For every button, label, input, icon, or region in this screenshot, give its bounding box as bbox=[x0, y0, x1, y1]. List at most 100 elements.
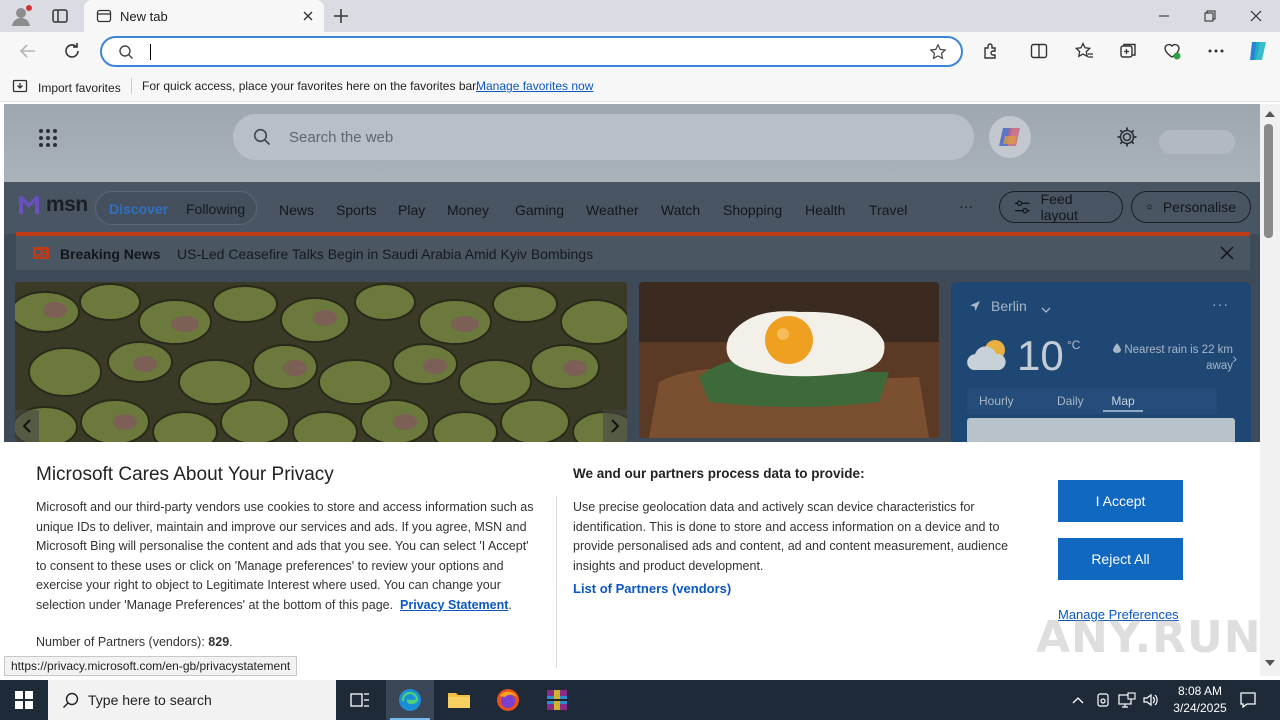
nav-item-travel[interactable]: Travel bbox=[869, 202, 907, 218]
taskbar-firefox[interactable] bbox=[484, 680, 532, 720]
taskbar-edge[interactable] bbox=[386, 680, 434, 720]
sliders-icon bbox=[1014, 200, 1030, 214]
close-banner-icon[interactable] bbox=[1220, 246, 1234, 260]
sparkle-star-icon bbox=[1146, 203, 1153, 210]
sign-in-button[interactable] bbox=[1159, 130, 1235, 154]
task-view-button[interactable] bbox=[336, 680, 384, 720]
search-icon bbox=[62, 691, 80, 709]
copilot-icon[interactable] bbox=[1246, 39, 1270, 63]
close-window-button[interactable] bbox=[1233, 0, 1279, 32]
windows-logo-icon bbox=[15, 691, 33, 709]
nav-item-play[interactable]: Play bbox=[398, 202, 425, 218]
taskbar-search-box[interactable]: Type here to search bbox=[48, 680, 336, 720]
copilot-button[interactable] bbox=[989, 116, 1031, 158]
taskbar-winrar[interactable] bbox=[533, 680, 581, 720]
carousel-prev-button[interactable] bbox=[15, 410, 39, 442]
personalise-button[interactable]: Personalise bbox=[1131, 191, 1251, 223]
address-bar[interactable] bbox=[100, 36, 963, 67]
search-icon bbox=[118, 44, 134, 60]
network-icon[interactable] bbox=[1116, 680, 1138, 720]
accept-button[interactable]: I Accept bbox=[1058, 480, 1183, 522]
manage-favorites-link[interactable]: Manage favorites now bbox=[476, 79, 593, 93]
tab-actions-icon[interactable] bbox=[50, 6, 70, 26]
partners-label: Number of Partners (vendors): bbox=[36, 635, 205, 649]
hero-image-fried-egg[interactable] bbox=[639, 282, 939, 438]
feed-layout-button[interactable]: Feed layout bbox=[999, 191, 1123, 223]
extensions-icon[interactable] bbox=[981, 41, 1001, 61]
show-hidden-icons-button[interactable] bbox=[1068, 680, 1088, 720]
nav-item-watch[interactable]: Watch bbox=[661, 202, 700, 218]
nav-item-weather[interactable]: Weather bbox=[586, 202, 639, 218]
favorites-icon[interactable] bbox=[1074, 41, 1094, 61]
settings-more-icon[interactable] bbox=[1206, 41, 1226, 61]
page-scrollbar[interactable] bbox=[1260, 104, 1280, 676]
web-search-box[interactable]: Search the web bbox=[233, 114, 974, 160]
scroll-thumb[interactable] bbox=[1264, 124, 1273, 238]
nav-item-gaming[interactable]: Gaming bbox=[515, 202, 564, 218]
clock-time: 8:08 AM bbox=[1177, 684, 1223, 698]
chevron-up-icon bbox=[1072, 697, 1084, 704]
newspaper-icon bbox=[32, 245, 50, 261]
carousel-next-button[interactable] bbox=[603, 410, 627, 442]
firefox-icon bbox=[497, 689, 519, 711]
weather-tab-hourly[interactable]: Hourly bbox=[979, 394, 1014, 408]
list-of-partners-link[interactable]: List of Partners (vendors) bbox=[573, 581, 731, 596]
apps-launcher-icon[interactable] bbox=[38, 128, 58, 148]
split-screen-icon[interactable] bbox=[1029, 41, 1049, 61]
hero-image-pistachios[interactable] bbox=[15, 282, 627, 442]
tab-new-tab[interactable]: New tab bbox=[84, 0, 324, 32]
refresh-icon[interactable] bbox=[61, 40, 83, 62]
profile-icon[interactable] bbox=[10, 5, 32, 27]
taskbar-clock[interactable]: 8:08 AM 3/24/2025 bbox=[1160, 683, 1240, 717]
import-favorites-button[interactable]: Import favorites bbox=[12, 78, 121, 97]
close-tab-icon[interactable] bbox=[300, 8, 316, 24]
start-button[interactable] bbox=[0, 680, 48, 720]
breaking-news-banner[interactable]: Breaking News US-Led Ceasefire Talks Beg… bbox=[16, 232, 1250, 270]
scroll-up-arrow-icon[interactable] bbox=[1265, 111, 1275, 117]
device-tray-icon[interactable] bbox=[1092, 680, 1114, 720]
browser-essentials-icon[interactable] bbox=[1162, 41, 1182, 61]
favorite-star-icon[interactable] bbox=[929, 43, 947, 61]
privacy-statement-link[interactable]: Privacy Statement bbox=[400, 598, 508, 612]
chevron-right-icon[interactable]: › bbox=[1232, 350, 1237, 366]
import-icon bbox=[12, 78, 30, 97]
nav-item-shopping[interactable]: Shopping bbox=[723, 202, 782, 218]
anyrun-watermark: ANY.RUN bbox=[1036, 612, 1262, 663]
chevron-down-icon[interactable] bbox=[1041, 302, 1051, 317]
windows-taskbar: Type here to search 8:08 AM 3/24/2025 bbox=[0, 680, 1280, 720]
reject-all-button[interactable]: Reject All bbox=[1058, 538, 1183, 580]
msn-logo[interactable]: msn bbox=[16, 192, 88, 218]
volume-icon[interactable] bbox=[1140, 680, 1162, 720]
scroll-down-arrow-icon[interactable] bbox=[1265, 660, 1275, 666]
feed-layout-label: Feed layout bbox=[1040, 191, 1078, 223]
temperature-unit[interactable]: °C bbox=[1067, 338, 1080, 352]
tab-discover[interactable]: Discover bbox=[109, 201, 168, 217]
partners-count: 829 bbox=[208, 635, 230, 649]
new-tab-button[interactable] bbox=[330, 5, 352, 27]
new-tab-page-icon bbox=[96, 8, 112, 24]
nav-item-money[interactable]: Money bbox=[447, 202, 489, 218]
breaking-news-headline[interactable]: US-Led Ceasefire Talks Begin in Saudi Ar… bbox=[177, 246, 593, 262]
back-icon[interactable] bbox=[17, 40, 39, 62]
taskbar-search-placeholder: Type here to search bbox=[88, 692, 212, 708]
taskbar-file-explorer[interactable] bbox=[435, 680, 483, 720]
favorites-bar: Import favorites For quick access, place… bbox=[0, 70, 1280, 102]
weather-tab-daily[interactable]: Daily bbox=[1057, 394, 1084, 408]
feed-segment-control: Discover Following bbox=[95, 191, 257, 225]
nav-item-news[interactable]: News bbox=[279, 202, 314, 218]
weather-location[interactable]: Berlin bbox=[991, 298, 1027, 314]
tab-following[interactable]: Following bbox=[186, 201, 245, 217]
rain-forecast-text: Nearest rain is 22 km away bbox=[1124, 344, 1233, 372]
collections-icon[interactable] bbox=[1118, 41, 1138, 61]
nav-item-health[interactable]: Health bbox=[805, 202, 845, 218]
more-nav-icon[interactable]: ··· bbox=[959, 198, 973, 214]
weather-tab-map[interactable]: Map bbox=[1103, 394, 1143, 412]
restore-button[interactable] bbox=[1187, 0, 1233, 32]
nav-item-sports[interactable]: Sports bbox=[336, 202, 376, 218]
settings-gear-icon[interactable] bbox=[1116, 126, 1138, 148]
notifications-button[interactable] bbox=[1236, 680, 1260, 720]
partners-count-line: Number of Partners (vendors): 829. bbox=[36, 635, 233, 649]
edge-icon bbox=[399, 689, 421, 711]
weather-more-icon[interactable]: ··· bbox=[1212, 296, 1229, 312]
minimize-button[interactable] bbox=[1141, 0, 1187, 32]
